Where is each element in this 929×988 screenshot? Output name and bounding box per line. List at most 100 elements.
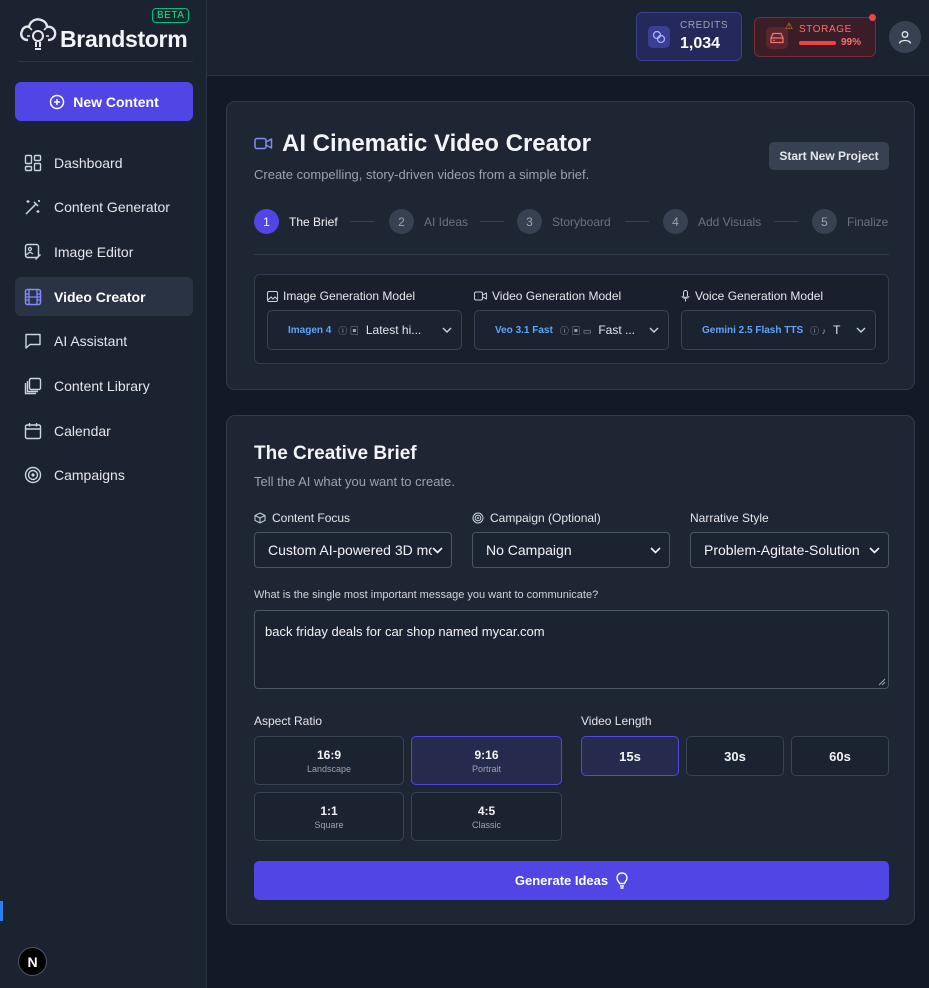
capability-icons: ⓘ ▣ ▭ bbox=[559, 325, 592, 336]
chevron-down-icon bbox=[649, 327, 659, 333]
brief-subtitle: Tell the AI what you want to create. bbox=[254, 474, 455, 489]
voice-model-select[interactable]: Gemini 2.5 Flash TTS ⓘ ♪ T bbox=[681, 310, 876, 350]
image-model-label-text: Image Generation Model bbox=[283, 289, 416, 303]
sidebar-item-label: Calendar bbox=[54, 422, 111, 439]
length-60s-option[interactable]: 60s bbox=[791, 736, 889, 776]
sidebar-item-calendar[interactable]: Calendar bbox=[15, 411, 193, 450]
aspect-ratio: 16:9 bbox=[316, 747, 342, 762]
aspect-9-16-option[interactable]: 9:16 Portrait bbox=[411, 736, 562, 785]
sidebar-item-label: Content Generator bbox=[54, 199, 170, 216]
content-focus-select[interactable]: Custom AI-powered 3D mo bbox=[254, 532, 452, 568]
page-subtitle: Create compelling, story-driven videos f… bbox=[254, 167, 590, 182]
credits-widget[interactable]: CREDITS 1,034 bbox=[636, 12, 742, 61]
chevron-down-icon bbox=[650, 546, 661, 554]
image-model-group: Image Generation Model Imagen 4 ⓘ ▣ Late… bbox=[267, 289, 462, 350]
video-model-label: Video Generation Model bbox=[474, 289, 669, 303]
voice-model-group: Voice Generation Model Gemini 2.5 Flash … bbox=[681, 289, 876, 350]
narrative-style-label-text: Narrative Style bbox=[690, 511, 769, 525]
library-icon bbox=[24, 377, 42, 395]
aspect-16-9-option[interactable]: 16:9 Landscape bbox=[254, 736, 404, 785]
message-textarea[interactable]: back friday deals for car shop named myc… bbox=[254, 610, 889, 689]
sidebar-item-dashboard[interactable]: Dashboard bbox=[15, 143, 193, 182]
wand-icon bbox=[25, 200, 40, 215]
credits-value: 1,034 bbox=[680, 35, 721, 52]
video-length-label: Video Length bbox=[581, 714, 652, 728]
step-brief[interactable]: 1 The Brief bbox=[254, 209, 338, 234]
sidebar-item-image-editor[interactable]: Image Editor bbox=[15, 232, 193, 271]
narrative-style-label: Narrative Style bbox=[690, 511, 769, 525]
next-badge[interactable]: N bbox=[18, 947, 47, 976]
campaign-value: No Campaign bbox=[486, 542, 572, 558]
sidebar-item-content-library[interactable]: Content Library bbox=[15, 366, 193, 405]
video-creator-card: AI Cinematic Video Creator Create compel… bbox=[226, 101, 915, 390]
film-icon bbox=[24, 288, 42, 305]
new-content-button[interactable]: New Content bbox=[15, 82, 193, 121]
length-30s-option[interactable]: 30s bbox=[686, 736, 784, 776]
sidebar-item-label: Content Library bbox=[54, 377, 150, 394]
narrative-style-select[interactable]: Problem-Agitate-Solution bbox=[690, 532, 889, 568]
content-focus-value: Custom AI-powered 3D mo bbox=[268, 542, 432, 558]
sidebar-item-ai-assistant[interactable]: AI Assistant bbox=[15, 322, 193, 361]
storage-label: STORAGE bbox=[799, 24, 852, 35]
step-storyboard[interactable]: 3 Storyboard bbox=[517, 209, 611, 234]
step-finalize[interactable]: 5 Finalize bbox=[812, 209, 888, 234]
image-model-label: Image Generation Model bbox=[267, 289, 462, 303]
user-icon bbox=[898, 31, 912, 44]
image-icon bbox=[267, 290, 278, 302]
image-model-name: Imagen 4 bbox=[288, 324, 332, 336]
sidebar-item-label: AI Assistant bbox=[54, 333, 128, 350]
step-ai-ideas[interactable]: 2 AI Ideas bbox=[389, 209, 468, 234]
video-model-group: Video Generation Model Veo 3.1 Fast ⓘ ▣ … bbox=[474, 289, 669, 350]
voice-model-label: Voice Generation Model bbox=[681, 289, 876, 303]
campaign-label-text: Campaign (Optional) bbox=[490, 511, 601, 525]
length-15s-option[interactable]: 15s bbox=[581, 736, 679, 776]
step-connector bbox=[625, 221, 649, 222]
aspect-1-1-option[interactable]: 1:1 Square bbox=[254, 792, 404, 841]
credits-label: CREDITS bbox=[680, 20, 729, 31]
content-focus-label-text: Content Focus bbox=[272, 511, 351, 525]
video-camera-icon bbox=[254, 137, 273, 150]
generate-ideas-label: Generate Ideas bbox=[514, 873, 609, 888]
generate-ideas-button[interactable]: Generate Ideas bbox=[254, 861, 889, 900]
progress-steps: 1 The Brief 2 AI Ideas 3 Storyboard 4 Ad… bbox=[254, 209, 889, 235]
sidebar-item-content-generator[interactable]: Content Generator bbox=[15, 188, 193, 227]
box-icon bbox=[254, 512, 266, 524]
campaign-label: Campaign (Optional) bbox=[472, 511, 601, 525]
step-number: 2 bbox=[389, 209, 414, 234]
storage-widget[interactable]: ⚠ STORAGE 99% bbox=[754, 14, 876, 57]
storage-bar bbox=[799, 41, 836, 45]
sidebar-item-video-creator[interactable]: Video Creator bbox=[15, 277, 193, 317]
video-model-name: Veo 3.1 Fast bbox=[495, 324, 553, 336]
dashboard-icon bbox=[24, 154, 42, 171]
campaign-select[interactable]: No Campaign bbox=[472, 532, 670, 568]
image-model-select[interactable]: Imagen 4 ⓘ ▣ Latest hi... bbox=[267, 310, 462, 350]
microphone-icon bbox=[681, 290, 690, 302]
target-icon bbox=[472, 512, 484, 524]
user-avatar[interactable] bbox=[889, 21, 921, 53]
lightbulb-icon bbox=[616, 872, 628, 889]
video-icon bbox=[474, 291, 487, 301]
resize-handle-icon[interactable] bbox=[878, 678, 886, 686]
aspect-ratio-label-text: Aspect Ratio bbox=[254, 714, 323, 728]
divider bbox=[254, 254, 889, 255]
sidebar-item-label: Video Creator bbox=[54, 288, 146, 305]
step-label: AI Ideas bbox=[424, 214, 469, 229]
sidebar-nav: Dashboard Content Generator Image Editor… bbox=[15, 143, 193, 501]
aspect-4-5-option[interactable]: 4:5 Classic bbox=[411, 792, 562, 841]
video-model-desc: Fast ... bbox=[598, 323, 636, 337]
calendar-icon bbox=[24, 422, 42, 439]
step-number: 1 bbox=[254, 209, 279, 234]
sidebar: Brandstorm BETA New Content Dashboard Co… bbox=[0, 0, 207, 988]
video-model-select[interactable]: Veo 3.1 Fast ⓘ ▣ ▭ Fast ... bbox=[474, 310, 669, 350]
brand-logo[interactable]: Brandstorm BETA bbox=[18, 8, 193, 62]
storage-percent: 99% bbox=[841, 37, 862, 48]
page-title: AI Cinematic Video Creator bbox=[282, 130, 591, 157]
image-edit-icon bbox=[24, 243, 41, 260]
sidebar-item-campaigns[interactable]: Campaigns bbox=[15, 456, 193, 495]
start-new-project-button[interactable]: Start New Project bbox=[769, 142, 889, 170]
coins-icon bbox=[648, 26, 670, 48]
top-header: CREDITS 1,034 ⚠ STORAGE 99% bbox=[207, 0, 929, 76]
message-label: What is the single most important messag… bbox=[254, 589, 599, 601]
step-number: 5 bbox=[812, 209, 837, 234]
step-add-visuals[interactable]: 4 Add Visuals bbox=[663, 209, 761, 234]
